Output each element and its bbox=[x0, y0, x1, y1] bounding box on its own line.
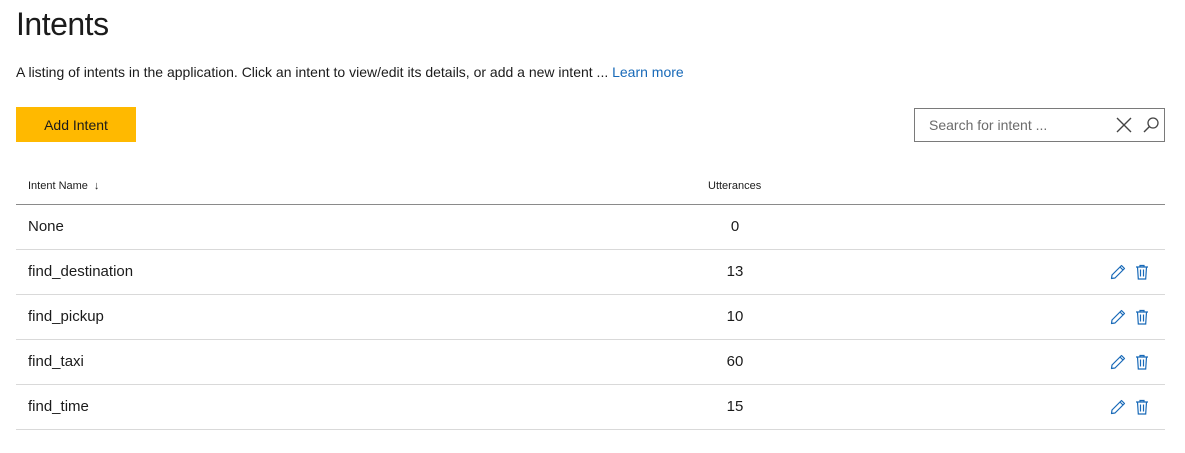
pencil-icon[interactable] bbox=[1109, 308, 1127, 326]
table-row[interactable]: find_time 15 bbox=[16, 385, 1165, 430]
page-title: Intents bbox=[16, 6, 109, 42]
trash-icon[interactable] bbox=[1133, 263, 1151, 281]
close-icon[interactable] bbox=[1111, 109, 1138, 141]
table-row[interactable]: find_pickup 10 bbox=[16, 295, 1165, 340]
trash-icon[interactable] bbox=[1133, 308, 1151, 326]
add-intent-button[interactable]: Add Intent bbox=[16, 107, 136, 142]
table-row[interactable]: find_destination 13 bbox=[16, 250, 1165, 295]
pencil-icon[interactable] bbox=[1109, 353, 1127, 371]
row-actions bbox=[1109, 353, 1151, 371]
row-actions bbox=[1109, 263, 1151, 281]
utterance-count: 13 bbox=[726, 263, 744, 280]
column-header-intent-name[interactable]: Intent Name ↓ bbox=[28, 180, 99, 192]
description-text: A listing of intents in the application.… bbox=[16, 64, 613, 80]
intent-name[interactable]: find_destination bbox=[28, 263, 133, 280]
row-actions bbox=[1109, 308, 1151, 326]
pencil-icon[interactable] bbox=[1109, 263, 1127, 281]
intent-name[interactable]: find_time bbox=[28, 398, 89, 415]
table-row[interactable]: None 0 bbox=[16, 205, 1165, 250]
trash-icon[interactable] bbox=[1133, 398, 1151, 416]
utterance-count: 15 bbox=[726, 398, 744, 415]
pencil-icon[interactable] bbox=[1109, 398, 1127, 416]
intents-table: Intent Name ↓ Utterances None 0 find_destin… bbox=[16, 168, 1165, 430]
table-header: Intent Name ↓ Utterances bbox=[16, 168, 1165, 205]
intent-name[interactable]: find_pickup bbox=[28, 308, 104, 325]
row-actions bbox=[1109, 398, 1151, 416]
column-header-utterances: Utterances bbox=[708, 180, 762, 192]
utterance-count: 10 bbox=[726, 308, 744, 325]
search-input[interactable] bbox=[927, 109, 1101, 141]
utterance-count: 0 bbox=[730, 218, 740, 235]
intent-name[interactable]: None bbox=[28, 218, 64, 235]
table-row[interactable]: find_taxi 60 bbox=[16, 340, 1165, 385]
utterance-count: 60 bbox=[726, 353, 744, 370]
table-body: None 0 find_destination 13 find_pickup 10 find… bbox=[16, 205, 1165, 430]
intent-name[interactable]: find_taxi bbox=[28, 353, 84, 370]
page-description: A listing of intents in the application.… bbox=[16, 64, 684, 80]
trash-icon[interactable] bbox=[1133, 353, 1151, 371]
search-box bbox=[914, 108, 1165, 142]
search-icon[interactable] bbox=[1138, 109, 1165, 141]
column-header-label: Intent Name bbox=[28, 180, 88, 192]
learn-more-link[interactable]: Learn more bbox=[612, 64, 684, 80]
sort-down-icon: ↓ bbox=[93, 180, 100, 192]
